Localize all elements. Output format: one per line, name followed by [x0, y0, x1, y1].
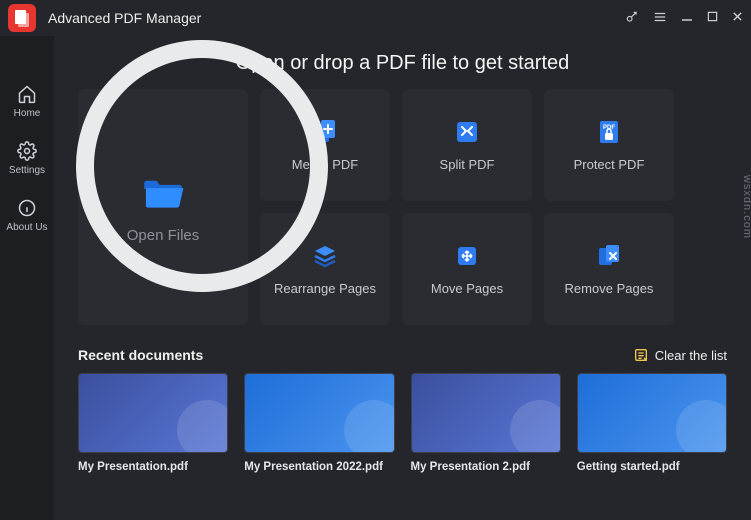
move-icon: [454, 243, 480, 269]
menu-icon[interactable]: [653, 10, 667, 27]
close-button[interactable]: [732, 10, 743, 27]
recent-doc[interactable]: My Presentation 2.pdf: [411, 373, 561, 473]
doc-thumbnail: [244, 373, 394, 453]
open-files-tile[interactable]: Open Files: [78, 89, 248, 325]
app-logo: [8, 4, 36, 32]
layers-icon: [312, 243, 338, 269]
svg-text:PDF: PDF: [603, 125, 615, 131]
actions-grid: Open Files Merge PDF Split PDF PDF Prote…: [78, 89, 727, 325]
maximize-button[interactable]: [707, 10, 718, 27]
move-pages-tile[interactable]: Move Pages: [402, 213, 532, 325]
protect-pdf-tile[interactable]: PDF Protect PDF: [544, 89, 674, 201]
tile-label: Merge PDF: [292, 157, 358, 172]
doc-name: My Presentation 2.pdf: [411, 461, 561, 473]
doc-name: My Presentation.pdf: [78, 461, 228, 473]
merge-icon: [312, 119, 338, 145]
doc-name: My Presentation 2022.pdf: [244, 461, 394, 473]
tile-label: Protect PDF: [574, 157, 645, 172]
doc-thumbnail: [78, 373, 228, 453]
tile-label: Open Files: [127, 227, 200, 244]
recent-doc[interactable]: Getting started.pdf: [577, 373, 727, 473]
minimize-button[interactable]: [681, 10, 693, 27]
recent-doc[interactable]: My Presentation 2022.pdf: [244, 373, 394, 473]
tile-label: Remove Pages: [565, 281, 654, 296]
remove-icon: [596, 243, 622, 269]
recent-documents: My Presentation.pdf My Presentation 2022…: [78, 373, 727, 473]
sidebar-item-about[interactable]: About Us: [0, 198, 54, 233]
info-icon: [17, 198, 37, 218]
clear-list-button[interactable]: Clear the list: [633, 347, 727, 363]
tile-label: Move Pages: [431, 281, 503, 296]
key-icon[interactable]: [625, 10, 639, 27]
lock-icon: PDF: [596, 119, 622, 145]
clear-list-icon: [633, 347, 649, 363]
rearrange-pages-tile[interactable]: Rearrange Pages: [260, 213, 390, 325]
doc-name: Getting started.pdf: [577, 461, 727, 473]
titlebar: Advanced PDF Manager: [0, 0, 751, 36]
tile-label: Split PDF: [440, 157, 495, 172]
doc-thumbnail: [577, 373, 727, 453]
clear-list-label: Clear the list: [655, 348, 727, 363]
split-pdf-tile[interactable]: Split PDF: [402, 89, 532, 201]
folder-icon: [141, 171, 185, 215]
split-icon: [454, 119, 480, 145]
sidebar-item-label: Settings: [9, 165, 45, 176]
home-icon: [17, 84, 37, 104]
recent-title: Recent documents: [78, 347, 203, 363]
gear-icon: [17, 141, 37, 161]
remove-pages-tile[interactable]: Remove Pages: [544, 213, 674, 325]
sidebar-item-home[interactable]: Home: [0, 84, 54, 119]
sidebar-item-label: Home: [14, 108, 41, 119]
main-area: Open or drop a PDF file to get started O…: [54, 36, 751, 520]
recent-doc[interactable]: My Presentation.pdf: [78, 373, 228, 473]
tile-label: Rearrange Pages: [274, 281, 376, 296]
page-heading: Open or drop a PDF file to get started: [78, 52, 727, 75]
sidebar-item-label: About Us: [6, 222, 47, 233]
sidebar: Home Settings About Us: [0, 36, 54, 520]
pdf-doc-icon: [14, 9, 30, 27]
watermark: wsxdn.com: [741, 175, 751, 239]
doc-thumbnail: [411, 373, 561, 453]
merge-pdf-tile[interactable]: Merge PDF: [260, 89, 390, 201]
sidebar-item-settings[interactable]: Settings: [0, 141, 54, 176]
app-title: Advanced PDF Manager: [48, 10, 625, 26]
